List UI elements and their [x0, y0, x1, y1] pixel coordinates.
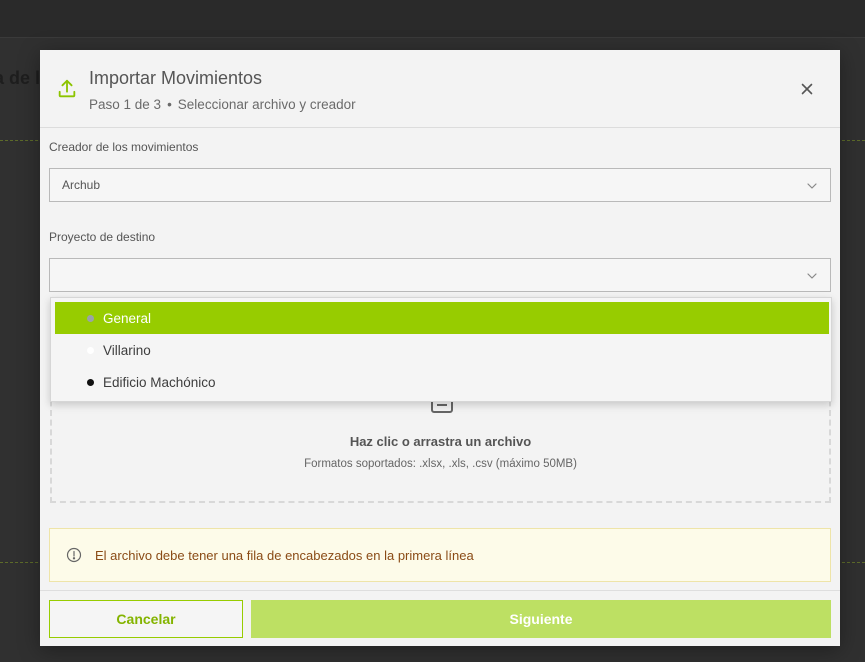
- import-movements-modal: Importar Movimientos Paso 1 de 3 • Selecci…: [40, 50, 840, 646]
- cancel-button[interactable]: Cancelar: [49, 600, 243, 638]
- project-color-dot: [87, 379, 94, 386]
- dropzone-title: Haz clic o arrastra un archivo: [349, 434, 532, 449]
- project-dropdown-menu: General Villarino Edificio Machónico: [50, 297, 832, 402]
- notice-text: El archivo debe tener una fila de encabe…: [95, 547, 474, 563]
- project-option-label: Edificio Machónico: [103, 374, 216, 390]
- project-option-general[interactable]: General: [55, 302, 829, 334]
- chevron-down-icon: [807, 273, 817, 279]
- modal-subtitle: Paso 1 de 3 • Seleccionar archivo y creado…: [89, 97, 356, 112]
- step-description: Seleccionar archivo y creador: [177, 97, 356, 112]
- chevron-down-icon: [807, 183, 817, 189]
- project-color-dot: [87, 315, 94, 322]
- project-option-edificio-machonico[interactable]: Edificio Machónico: [55, 366, 829, 398]
- dropzone-formats: Formatos soportados: .xlsx, .xls, .csv (…: [304, 458, 577, 470]
- modal-header: Importar Movimientos Paso 1 de 3 • Selecci…: [40, 50, 840, 128]
- close-icon: [801, 83, 813, 95]
- info-icon: [66, 547, 82, 563]
- project-option-label: General: [103, 310, 152, 326]
- project-label: Proyecto de destino: [49, 230, 156, 244]
- background-page-title: a de l: [0, 68, 40, 88]
- header-row-notice: El archivo debe tener una fila de encabe…: [49, 528, 831, 582]
- upload-icon: [58, 79, 76, 98]
- project-option-label: Villarino: [103, 342, 151, 358]
- close-button[interactable]: [796, 78, 818, 100]
- creator-label: Creador de los movimientos: [49, 140, 199, 154]
- modal-footer: Cancelar Siguiente: [40, 590, 840, 646]
- modal-title: Importar Movimientos: [89, 68, 263, 88]
- step-indicator: Paso 1 de 3: [89, 97, 162, 112]
- next-button[interactable]: Siguiente: [251, 600, 831, 638]
- project-select[interactable]: [49, 258, 831, 292]
- creator-select[interactable]: Archub: [49, 168, 831, 202]
- project-color-dot: [87, 347, 94, 354]
- step-separator: •: [167, 97, 172, 112]
- creator-select-value: Archub: [62, 178, 101, 192]
- background-topbar: [0, 0, 865, 38]
- project-option-villarino[interactable]: Villarino: [55, 334, 829, 366]
